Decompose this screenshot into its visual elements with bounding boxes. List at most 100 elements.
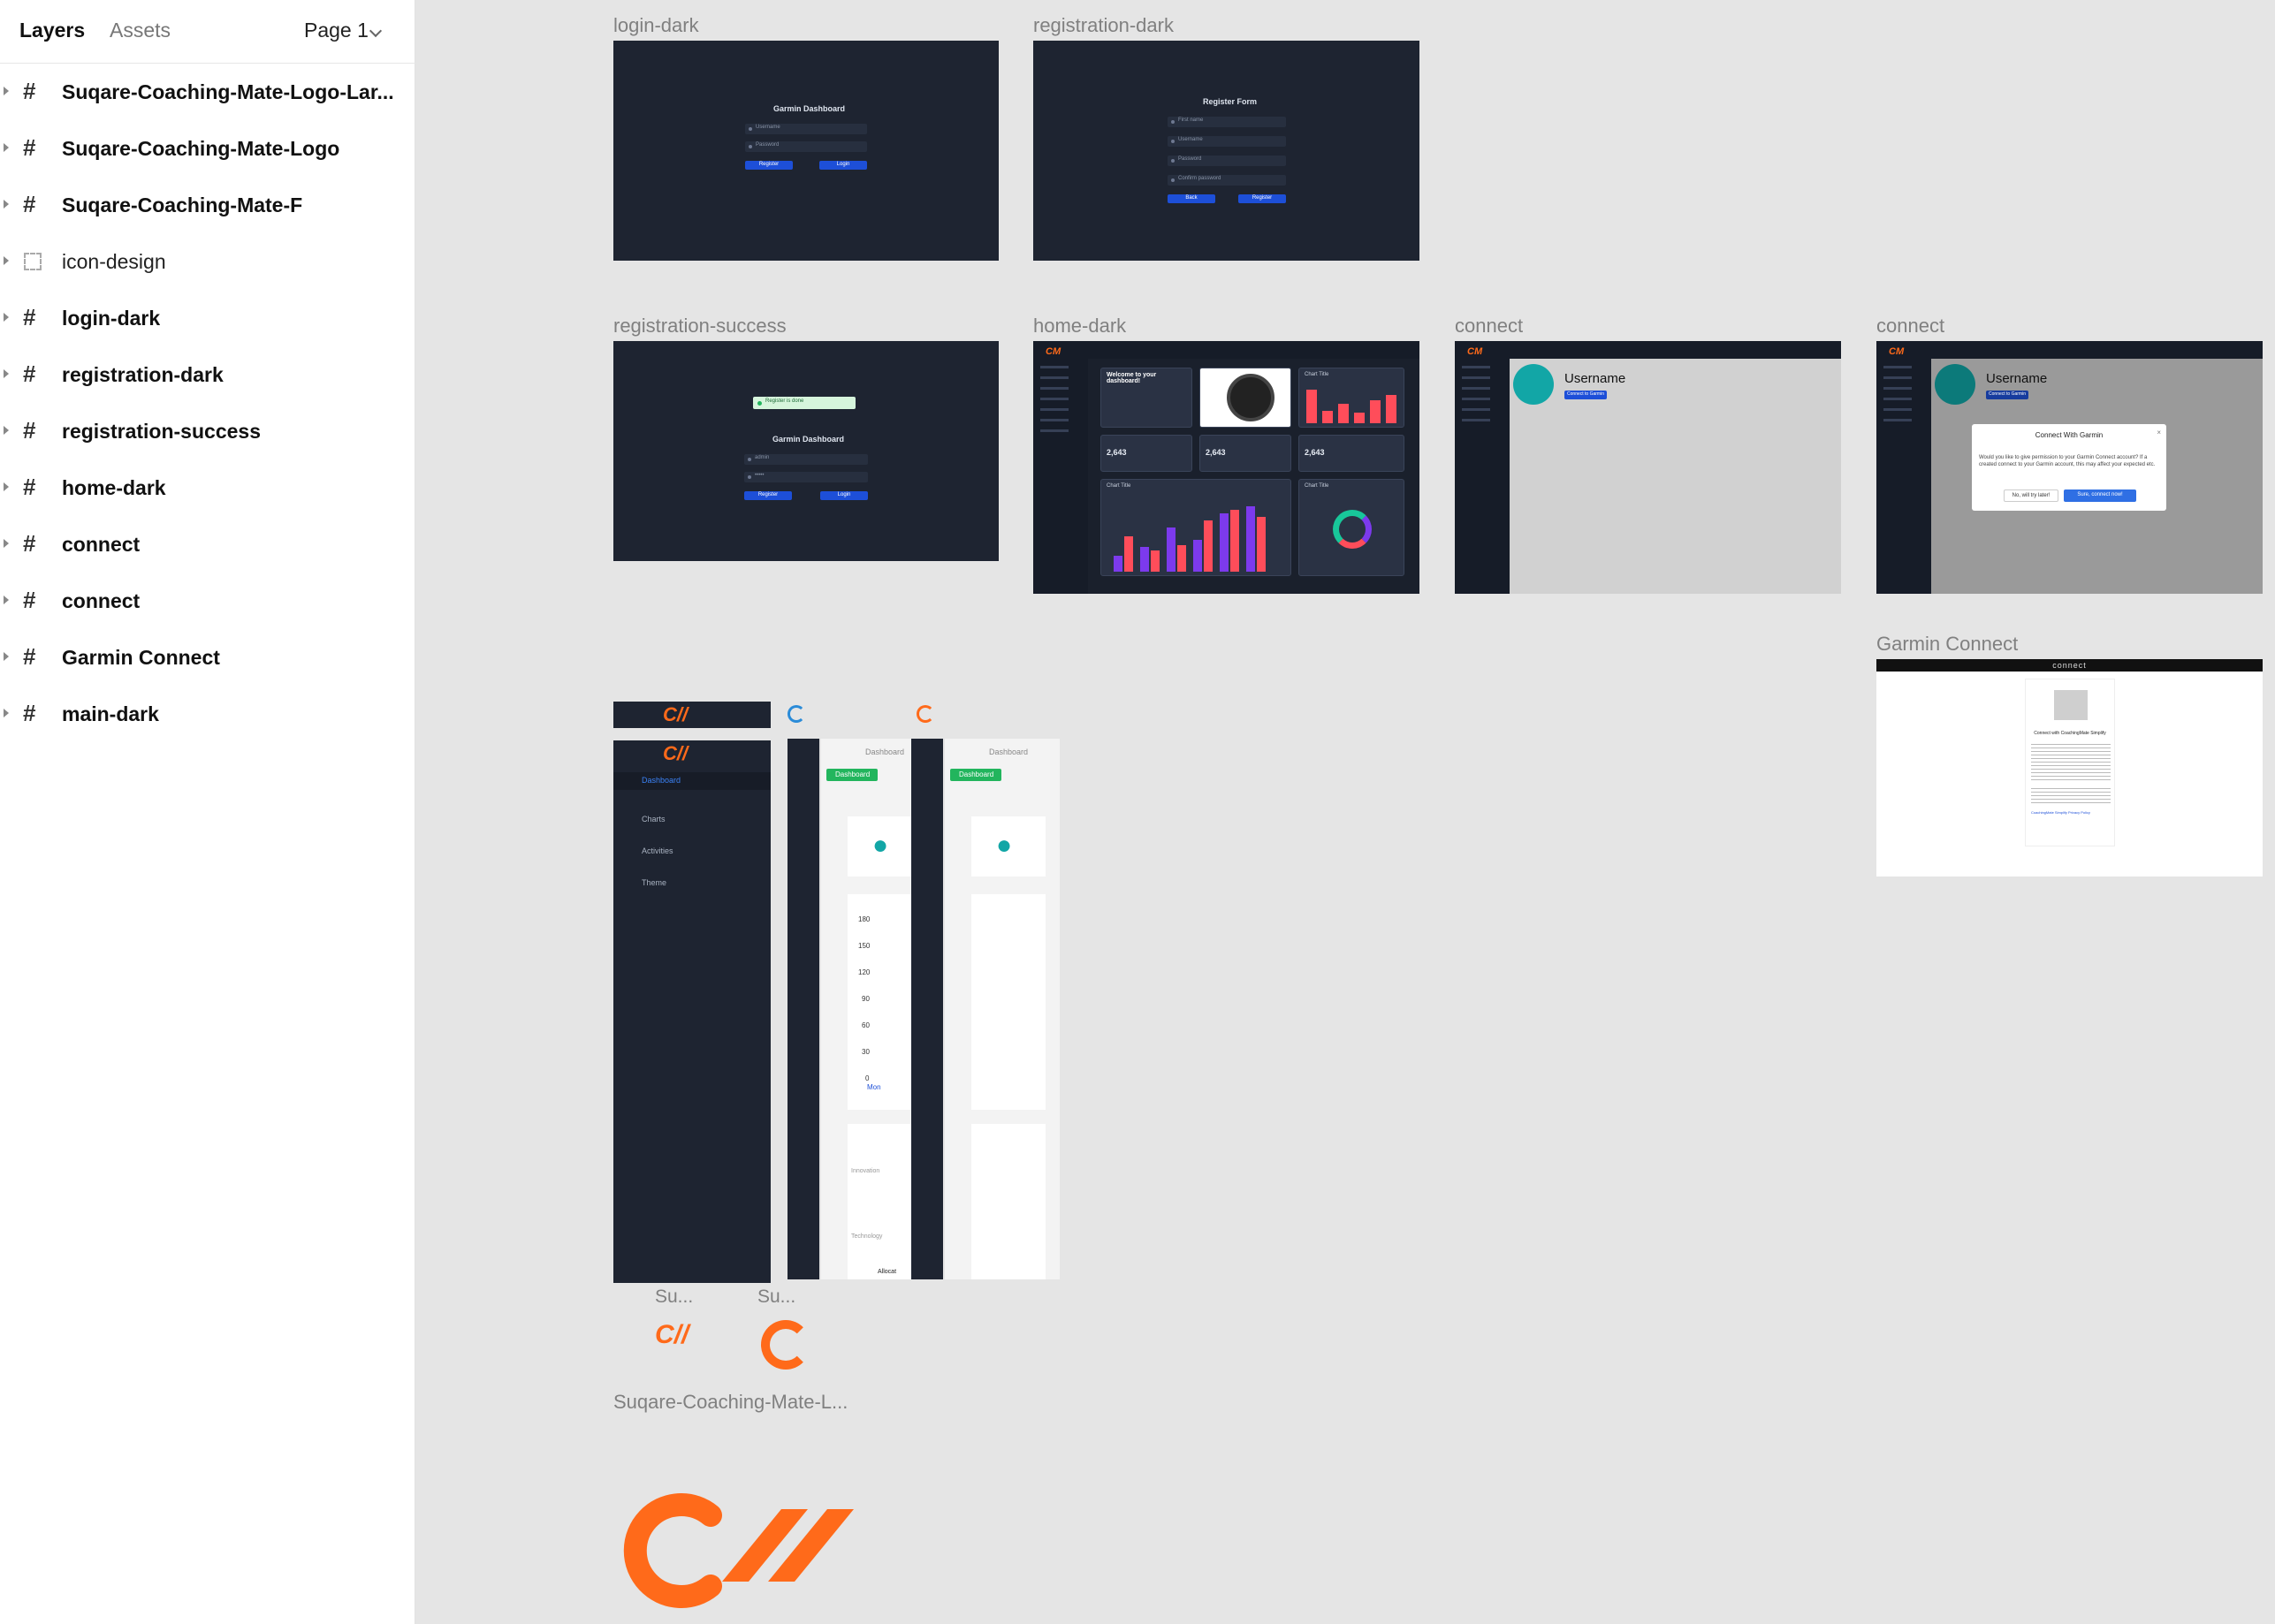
frame-registration-dark[interactable]: Register Form First name Username Passwo… <box>1033 41 1419 261</box>
layer-row-logo[interactable]: # Suqare-Coaching-Mate-Logo <box>0 120 415 177</box>
brand-logo: CM <box>1046 346 1061 357</box>
layer-row-garmin-connect[interactable]: # Garmin Connect <box>0 629 415 686</box>
category-label: Innovation <box>851 1168 880 1174</box>
frame-login-dark[interactable]: Garmin Dashboard Username Password Regis… <box>613 41 999 261</box>
layer-name: Garmin Connect <box>62 646 220 669</box>
expand-caret-icon[interactable] <box>4 200 9 209</box>
garmin-brand: connect <box>2052 661 2087 670</box>
login-button: Login <box>819 161 867 170</box>
avatar <box>1935 364 1975 405</box>
brand-logo: CM <box>1889 346 1905 357</box>
welcome-card: Welcome to your dashboard! <box>1100 368 1192 428</box>
tab-assets[interactable]: Assets <box>110 18 171 42</box>
cm-logo-icon[interactable]: C// <box>655 1320 689 1350</box>
first-name-placeholder: First name <box>1178 118 1204 123</box>
frame-label[interactable]: home-dark <box>1033 315 1126 338</box>
privacy-link: CoachingMate Simplify Privacy Policy <box>2031 810 2090 815</box>
frame-label[interactable]: connect <box>1876 315 1944 338</box>
frame-connect-modal[interactable]: CM Username Connect to Garmin Connect Wi… <box>1876 341 2263 594</box>
login-label: Login <box>836 162 850 167</box>
consent-text <box>2031 785 2111 805</box>
expand-caret-icon[interactable] <box>4 256 9 265</box>
frame-icon: # <box>23 530 36 557</box>
expand-caret-icon[interactable] <box>4 87 9 95</box>
layer-name: home-dark <box>62 476 166 499</box>
sidebar-expanded-mock[interactable]: C// Dashboard Charts Activities Theme <box>613 740 771 1283</box>
stat-value: 2,643 <box>1107 448 1127 457</box>
logo-banner[interactable]: C// <box>613 702 771 728</box>
menu-label: Charts <box>642 815 666 823</box>
frame-home-dark[interactable]: CM Welcome to your dashboard! Chart Titl… <box>1033 341 1419 594</box>
c-logo-icon[interactable] <box>761 1320 810 1370</box>
connect-modal: Connect With Garmin × Would you like to … <box>1972 424 2166 511</box>
sidebar <box>1455 359 1510 594</box>
design-canvas[interactable]: login-dark Garmin Dashboard Username Pas… <box>416 0 2275 1624</box>
username-placeholder: Username <box>756 125 780 130</box>
layer-row-icon-design[interactable]: icon-design <box>0 233 415 290</box>
grouped-bar-chart-card: Chart Title <box>1100 479 1291 576</box>
frame-icon: # <box>23 474 36 500</box>
layer-row-registration-dark[interactable]: # registration-dark <box>0 346 415 403</box>
frame-label[interactable]: Garmin Connect <box>1876 633 2018 656</box>
refresh-icon[interactable] <box>788 705 805 723</box>
page-selector[interactable]: Page 1 <box>304 18 369 42</box>
consent-card: Connect with CoachingMate Simplify Coach… <box>2025 679 2115 846</box>
bar-chart-card: Chart Title <box>1298 368 1404 428</box>
expand-caret-icon[interactable] <box>4 426 9 435</box>
layer-row-main-dark[interactable]: # main-dark <box>0 686 415 742</box>
consent-text <box>2031 741 2111 780</box>
radar-chart-card <box>971 1124 1046 1279</box>
layer-row-logo-f[interactable]: # Suqare-Coaching-Mate-F <box>0 177 415 233</box>
brand-logo: CM <box>1467 346 1483 357</box>
expand-caret-icon[interactable] <box>4 539 9 548</box>
tab-layers[interactable]: Layers <box>19 18 85 42</box>
expand-caret-icon[interactable] <box>4 482 9 491</box>
layer-name: icon-design <box>62 250 166 273</box>
collapsed-sidebar-mock[interactable] <box>911 739 943 1279</box>
dashboard-mock[interactable]: Dashboard Dashboard ● <box>945 739 1060 1279</box>
back-label: Back <box>1185 195 1198 201</box>
close-icon: × <box>2157 429 2161 436</box>
expand-caret-icon[interactable] <box>4 143 9 152</box>
collapsed-sidebar-mock[interactable] <box>788 739 819 1279</box>
frame-label[interactable]: Su... <box>655 1286 693 1308</box>
layers-panel: Layers Assets Page 1 # Suqare-Coaching-M… <box>0 0 415 1624</box>
y-tick: 120 <box>858 968 871 976</box>
frame-label[interactable]: login-dark <box>613 14 699 37</box>
layer-row-connect-2[interactable]: # connect <box>0 573 415 629</box>
frame-label[interactable]: Su... <box>757 1286 795 1308</box>
chevron-down-icon[interactable] <box>369 24 383 38</box>
layer-name: registration-success <box>62 420 261 443</box>
x-tick: Mon <box>867 1083 881 1091</box>
y-tick: 30 <box>862 1048 870 1056</box>
dashboard-pill: Dashboard <box>826 769 878 781</box>
expand-caret-icon[interactable] <box>4 596 9 604</box>
menu-label: Theme <box>642 878 667 887</box>
frame-label[interactable]: registration-success <box>613 315 787 338</box>
frame-connect[interactable]: CM Username Connect to Garmin <box>1455 341 1841 594</box>
frame-registration-success[interactable]: Register is done Garmin Dashboard admin … <box>613 341 999 561</box>
layer-row-registration-success[interactable]: # registration-success <box>0 403 415 459</box>
chart-bar <box>1306 390 1317 423</box>
chart-title: Chart Title <box>1305 483 1329 489</box>
sidebar <box>1876 359 1931 594</box>
frame-icon: # <box>23 643 36 670</box>
frame-garmin-connect[interactable]: connect Connect with CoachingMate Simpli… <box>1876 659 2263 877</box>
refresh-icon[interactable] <box>917 705 934 723</box>
expand-caret-icon[interactable] <box>4 313 9 322</box>
frame-label[interactable]: connect <box>1455 315 1523 338</box>
cm-logo-large-icon[interactable] <box>618 1493 883 1608</box>
frame-label[interactable]: Suqare-Coaching-Mate-L... <box>613 1391 848 1414</box>
layer-row-connect[interactable]: # connect <box>0 516 415 573</box>
user-icon <box>749 127 752 131</box>
layer-row-login-dark[interactable]: # login-dark <box>0 290 415 346</box>
expand-caret-icon[interactable] <box>4 652 9 661</box>
expand-caret-icon[interactable] <box>4 709 9 717</box>
menu-label: Activities <box>642 846 673 855</box>
user-icon <box>1171 120 1175 124</box>
layer-row-logo-large[interactable]: # Suqare-Coaching-Mate-Logo-Lar... <box>0 64 415 120</box>
layer-name: registration-dark <box>62 363 224 386</box>
layer-row-home-dark[interactable]: # home-dark <box>0 459 415 516</box>
expand-caret-icon[interactable] <box>4 369 9 378</box>
frame-label[interactable]: registration-dark <box>1033 14 1174 37</box>
